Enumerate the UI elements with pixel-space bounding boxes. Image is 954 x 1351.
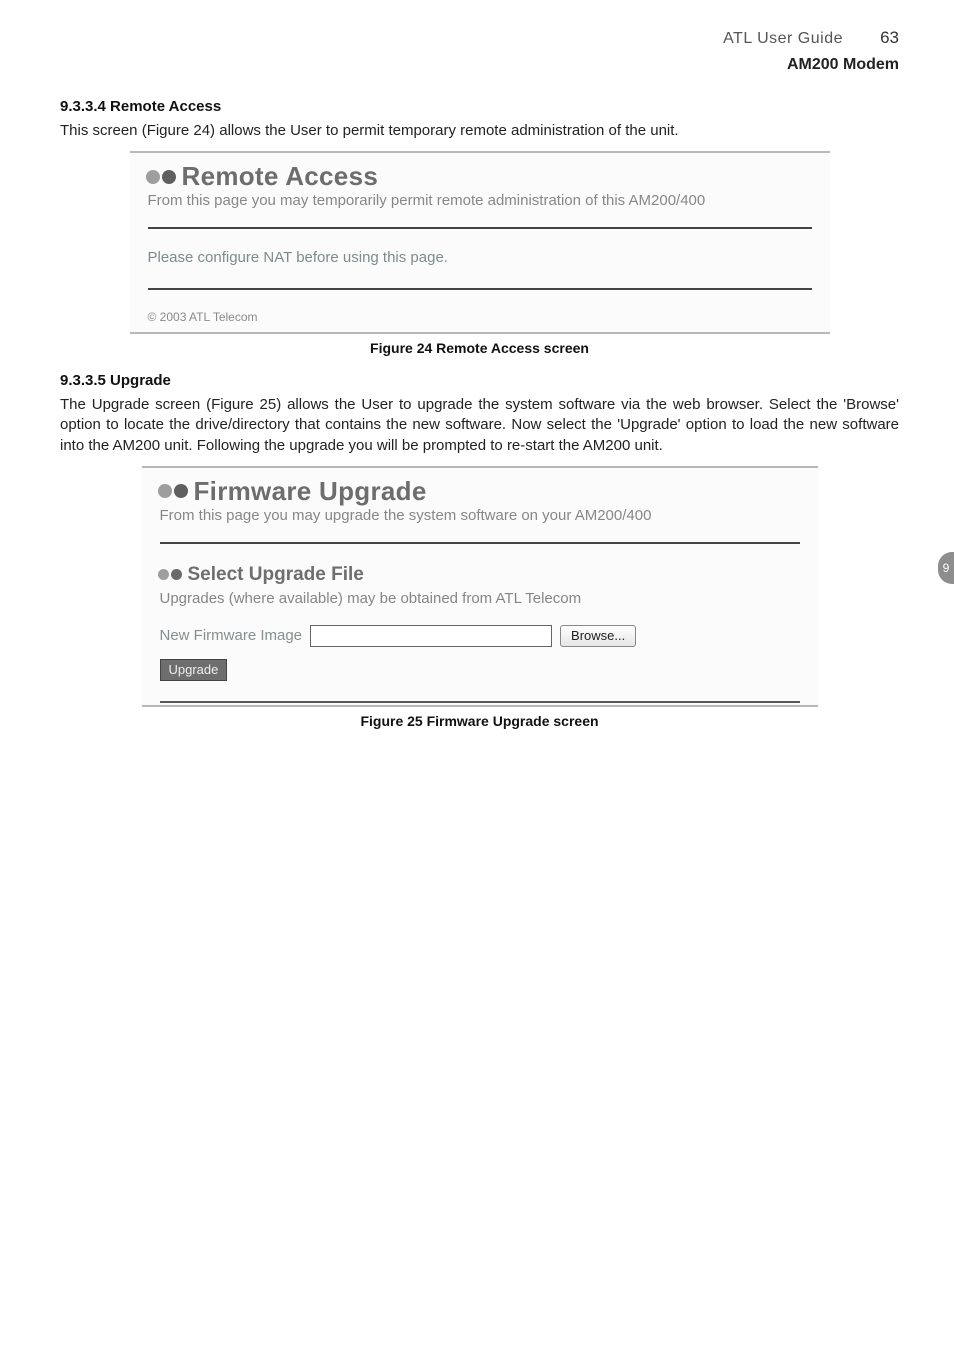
bullets-icon	[158, 484, 188, 498]
figure-25-caption: Figure 25 Firmware Upgrade screen	[60, 713, 899, 729]
remote-access-panel: Remote Access From this page you may tem…	[130, 151, 830, 334]
figure-24-caption: Figure 24 Remote Access screen	[60, 340, 899, 356]
browse-button[interactable]: Browse...	[560, 625, 636, 647]
nat-suffix: before using this page.	[292, 249, 448, 266]
upgrade-button[interactable]: Upgrade	[160, 659, 228, 681]
firmware-panel-desc: From this page you may upgrade the syste…	[142, 507, 818, 534]
firmware-upgrade-panel: Firmware Upgrade From this page you may …	[142, 466, 818, 707]
remote-access-intro: This screen (Figure 24) allows the User …	[60, 121, 899, 141]
firmware-image-label: New Firmware Image	[160, 627, 303, 644]
firmware-file-input[interactable]	[310, 625, 552, 647]
remote-copyright: © 2003 ATL Telecom	[130, 300, 830, 332]
page-number: 63	[871, 28, 899, 48]
nat-config-note: Please configure NAT before using this p…	[130, 239, 830, 280]
obtain-prefix: Upgrades (where available) may be obtain…	[160, 590, 496, 607]
doc-title: ATL User Guide	[723, 30, 843, 48]
upgrade-heading: 9.3.3.5 Upgrade	[60, 372, 899, 389]
obtain-note: Upgrades (where available) may be obtain…	[142, 588, 818, 607]
bullets-icon	[158, 569, 182, 580]
doc-subtitle: AM200 Modem	[60, 56, 899, 74]
upgrade-intro: The Upgrade screen (Figure 25) allows th…	[60, 395, 899, 456]
atl-telecom-link[interactable]: ATL Telecom	[496, 590, 582, 607]
remote-panel-desc: From this page you may temporarily permi…	[130, 192, 830, 219]
bullets-icon	[146, 170, 176, 184]
remote-panel-title: Remote Access	[182, 161, 379, 192]
remote-access-heading: 9.3.3.4 Remote Access	[60, 98, 899, 115]
select-upgrade-subtitle: Select Upgrade File	[188, 564, 364, 586]
firmware-panel-title: Firmware Upgrade	[194, 476, 427, 507]
nat-prefix: Please configure	[148, 249, 264, 266]
nat-link[interactable]: NAT	[263, 249, 292, 266]
